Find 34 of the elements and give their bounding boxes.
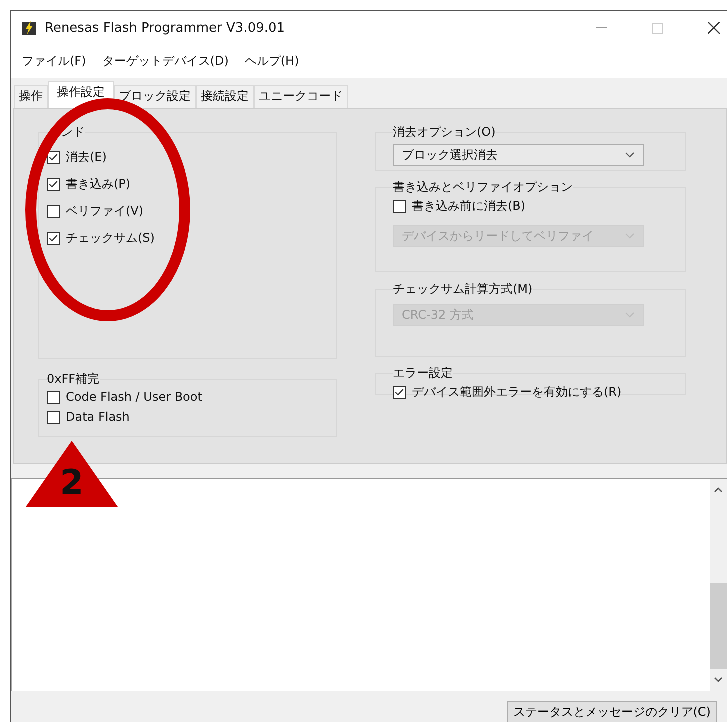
check-icon [48,233,59,244]
check-icon [48,179,59,190]
clear-button[interactable]: ステータスとメッセージのクリア(C) [507,701,717,722]
checkbox[interactable]: 書き込み(P) [47,176,131,193]
group-title: エラー設定 [393,365,453,382]
scrollbar[interactable] [710,479,727,691]
group-title: 消去オプション(O) [393,124,496,141]
chevron-icon [625,233,635,239]
group-title: 書き込みとベリファイオプション [393,179,573,196]
dropdown[interactable]: ブロック選択消去 [393,144,644,166]
menu-item[interactable]: ターゲットデバイス(D) [99,51,232,72]
checkbox[interactable]: チェックサム(S) [47,230,155,247]
window-title: Renesas Flash Programmer V3.09.01 [45,20,286,36]
minimize-icon[interactable] [596,27,607,29]
checkbox[interactable]: 書き込み前に消去(B) [393,198,526,215]
checkbox[interactable]: Code Flash / User Boot [47,390,202,404]
chevron-icon [625,312,635,318]
annotation-number: 2 [60,463,84,503]
tab[interactable]: ユニークコード [254,85,348,108]
lightning-icon [21,20,37,36]
checkbox[interactable]: ベリファイ(V) [47,203,144,220]
close-icon[interactable] [708,22,720,34]
tab[interactable]: 接続設定 [196,85,254,108]
checkbox[interactable]: Data Flash [47,410,130,424]
checkbox[interactable]: デバイス範囲外エラーを有効にする(R) [393,384,622,401]
menu-item[interactable]: ファイル(F) [19,51,90,72]
checkbox[interactable]: 消去(E) [47,149,107,166]
menu-item[interactable]: ヘルプ(H) [242,51,302,72]
tab[interactable]: 操作 [14,85,48,108]
chevron-icon [625,152,635,158]
check-icon [48,152,59,163]
group-title: チェックサム計算方式(M) [393,281,533,298]
check-icon [394,387,405,398]
group-title: 0xFF補完 [47,371,100,388]
